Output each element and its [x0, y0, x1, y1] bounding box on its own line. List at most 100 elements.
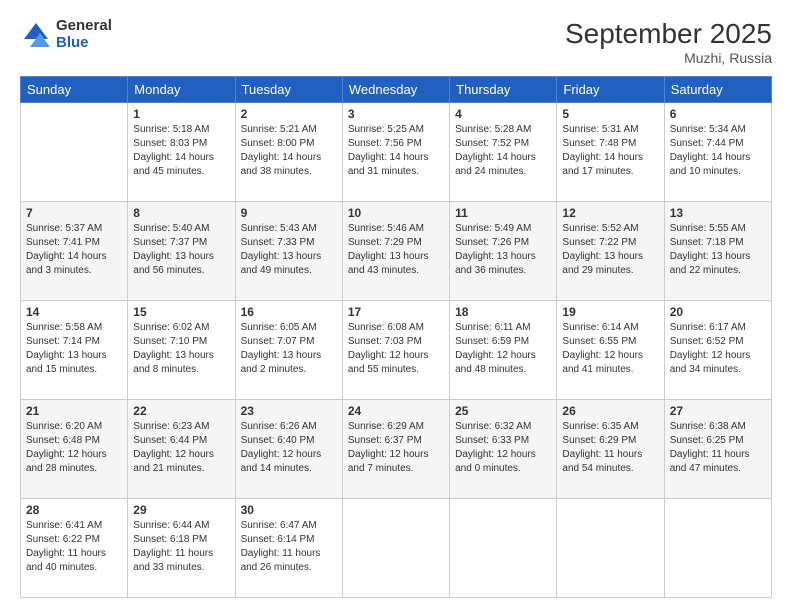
table-cell: [21, 103, 128, 202]
day-info: Sunrise: 6:17 AMSunset: 6:52 PMDaylight:…: [670, 321, 766, 377]
header: General Blue September 2025 Muzhi, Russi…: [20, 18, 772, 66]
day-info: Sunrise: 6:20 AMSunset: 6:48 PMDaylight:…: [26, 420, 122, 476]
day-number: 6: [670, 107, 766, 121]
week-row-1: 1Sunrise: 5:18 AMSunset: 8:03 PMDaylight…: [21, 103, 772, 202]
table-cell: 29 Sunrise: 6:44 AMSunset: 6:18 PMDayligh…: [128, 499, 235, 598]
day-number: 24: [348, 404, 444, 418]
day-info: Sunrise: 5:52 AMSunset: 7:22 PMDaylight:…: [562, 222, 658, 278]
day-number: 7: [26, 206, 122, 220]
table-cell: 6 Sunrise: 5:34 AMSunset: 7:44 PMDaylight…: [664, 103, 771, 202]
table-cell: 10 Sunrise: 5:46 AMSunset: 7:29 PMDayligh…: [342, 202, 449, 301]
day-number: 27: [670, 404, 766, 418]
day-info: Sunrise: 6:35 AMSunset: 6:29 PMDaylight:…: [562, 420, 658, 476]
day-number: 4: [455, 107, 551, 121]
day-info: Sunrise: 6:44 AMSunset: 6:18 PMDaylight:…: [133, 519, 229, 575]
day-info: Sunrise: 6:08 AMSunset: 7:03 PMDaylight:…: [348, 321, 444, 377]
day-number: 19: [562, 305, 658, 319]
calendar-header: Sunday Monday Tuesday Wednesday Thursday…: [21, 77, 772, 103]
weekday-header-row: Sunday Monday Tuesday Wednesday Thursday…: [21, 77, 772, 103]
week-row-2: 7 Sunrise: 5:37 AMSunset: 7:41 PMDaylight…: [21, 202, 772, 301]
table-cell: 26Sunrise: 6:35 AMSunset: 6:29 PMDayligh…: [557, 400, 664, 499]
header-monday: Monday: [128, 77, 235, 103]
logo-icon: [20, 19, 52, 51]
logo-blue: Blue: [56, 35, 112, 52]
title-block: September 2025 Muzhi, Russia: [565, 18, 772, 66]
table-cell: 1Sunrise: 5:18 AMSunset: 8:03 PMDaylight…: [128, 103, 235, 202]
table-cell: 27 Sunrise: 6:38 AMSunset: 6:25 PMDayligh…: [664, 400, 771, 499]
table-cell: 23Sunrise: 6:26 AMSunset: 6:40 PMDayligh…: [235, 400, 342, 499]
day-info: Sunrise: 5:37 AMSunset: 7:41 PMDaylight:…: [26, 222, 122, 278]
day-number: 14: [26, 305, 122, 319]
day-number: 12: [562, 206, 658, 220]
table-cell: 11 Sunrise: 5:49 AMSunset: 7:26 PMDayligh…: [450, 202, 557, 301]
day-number: 1: [133, 107, 229, 121]
day-number: 10: [348, 206, 444, 220]
day-info: Sunrise: 6:29 AMSunset: 6:37 PMDaylight:…: [348, 420, 444, 476]
day-number: 17: [348, 305, 444, 319]
day-info: Sunrise: 6:11 AMSunset: 6:59 PMDaylight:…: [455, 321, 551, 377]
day-number: 11: [455, 206, 551, 220]
table-cell: 14 Sunrise: 5:58 AMSunset: 7:14 PMDayligh…: [21, 301, 128, 400]
day-number: 30: [241, 503, 337, 517]
header-friday: Friday: [557, 77, 664, 103]
header-sunday: Sunday: [21, 77, 128, 103]
logo-text: General Blue: [56, 18, 112, 51]
table-cell: 18 Sunrise: 6:11 AMSunset: 6:59 PMDayligh…: [450, 301, 557, 400]
table-cell: 16Sunrise: 6:05 AMSunset: 7:07 PMDayligh…: [235, 301, 342, 400]
table-cell: 9 Sunrise: 5:43 AMSunset: 7:33 PMDaylight…: [235, 202, 342, 301]
day-info: Sunrise: 6:38 AMSunset: 6:25 PMDaylight:…: [670, 420, 766, 476]
header-saturday: Saturday: [664, 77, 771, 103]
day-number: 29: [133, 503, 229, 517]
day-number: 5: [562, 107, 658, 121]
day-info: Sunrise: 6:14 AMSunset: 6:55 PMDaylight:…: [562, 321, 658, 377]
day-number: 8: [133, 206, 229, 220]
day-info: Sunrise: 5:55 AMSunset: 7:18 PMDaylight:…: [670, 222, 766, 278]
day-number: 3: [348, 107, 444, 121]
day-info: Sunrise: 5:49 AMSunset: 7:26 PMDaylight:…: [455, 222, 551, 278]
day-info: Sunrise: 5:58 AMSunset: 7:14 PMDaylight:…: [26, 321, 122, 377]
table-cell: 21Sunrise: 6:20 AMSunset: 6:48 PMDayligh…: [21, 400, 128, 499]
header-tuesday: Tuesday: [235, 77, 342, 103]
day-number: 15: [133, 305, 229, 319]
table-cell: 22 Sunrise: 6:23 AMSunset: 6:44 PMDayligh…: [128, 400, 235, 499]
week-row-5: 28 Sunrise: 6:41 AMSunset: 6:22 PMDayligh…: [21, 499, 772, 598]
table-cell: [664, 499, 771, 598]
day-info: Sunrise: 6:02 AMSunset: 7:10 PMDaylight:…: [133, 321, 229, 377]
logo-general: General: [56, 18, 112, 35]
table-cell: 19 Sunrise: 6:14 AMSunset: 6:55 PMDayligh…: [557, 301, 664, 400]
table-cell: [342, 499, 449, 598]
table-cell: 4 Sunrise: 5:28 AMSunset: 7:52 PMDaylight…: [450, 103, 557, 202]
table-cell: 3 Sunrise: 5:25 AMSunset: 7:56 PMDaylight…: [342, 103, 449, 202]
day-number: 22: [133, 404, 229, 418]
day-number: 9: [241, 206, 337, 220]
day-info: Sunrise: 6:23 AMSunset: 6:44 PMDaylight:…: [133, 420, 229, 476]
day-info: Sunrise: 5:46 AMSunset: 7:29 PMDaylight:…: [348, 222, 444, 278]
day-number: 18: [455, 305, 551, 319]
table-cell: 13Sunrise: 5:55 AMSunset: 7:18 PMDayligh…: [664, 202, 771, 301]
day-info: Sunrise: 6:05 AMSunset: 7:07 PMDaylight:…: [241, 321, 337, 377]
day-number: 20: [670, 305, 766, 319]
table-cell: 28 Sunrise: 6:41 AMSunset: 6:22 PMDayligh…: [21, 499, 128, 598]
day-info: Sunrise: 5:31 AMSunset: 7:48 PMDaylight:…: [562, 123, 658, 179]
header-thursday: Thursday: [450, 77, 557, 103]
day-info: Sunrise: 5:28 AMSunset: 7:52 PMDaylight:…: [455, 123, 551, 179]
day-number: 28: [26, 503, 122, 517]
calendar-body: 1Sunrise: 5:18 AMSunset: 8:03 PMDaylight…: [21, 103, 772, 598]
day-info: Sunrise: 5:21 AMSunset: 8:00 PMDaylight:…: [241, 123, 337, 179]
day-info: Sunrise: 6:41 AMSunset: 6:22 PMDaylight:…: [26, 519, 122, 575]
subtitle: Muzhi, Russia: [565, 50, 772, 66]
day-number: 23: [241, 404, 337, 418]
calendar-table: Sunday Monday Tuesday Wednesday Thursday…: [20, 76, 772, 598]
day-info: Sunrise: 5:40 AMSunset: 7:37 PMDaylight:…: [133, 222, 229, 278]
day-number: 2: [241, 107, 337, 121]
day-info: Sunrise: 5:43 AMSunset: 7:33 PMDaylight:…: [241, 222, 337, 278]
table-cell: 5 Sunrise: 5:31 AMSunset: 7:48 PMDaylight…: [557, 103, 664, 202]
table-cell: 25Sunrise: 6:32 AMSunset: 6:33 PMDayligh…: [450, 400, 557, 499]
day-info: Sunrise: 5:34 AMSunset: 7:44 PMDaylight:…: [670, 123, 766, 179]
table-cell: [557, 499, 664, 598]
page: General Blue September 2025 Muzhi, Russi…: [0, 0, 792, 612]
table-cell: 12 Sunrise: 5:52 AMSunset: 7:22 PMDayligh…: [557, 202, 664, 301]
day-number: 25: [455, 404, 551, 418]
day-info: Sunrise: 5:25 AMSunset: 7:56 PMDaylight:…: [348, 123, 444, 179]
table-cell: [450, 499, 557, 598]
